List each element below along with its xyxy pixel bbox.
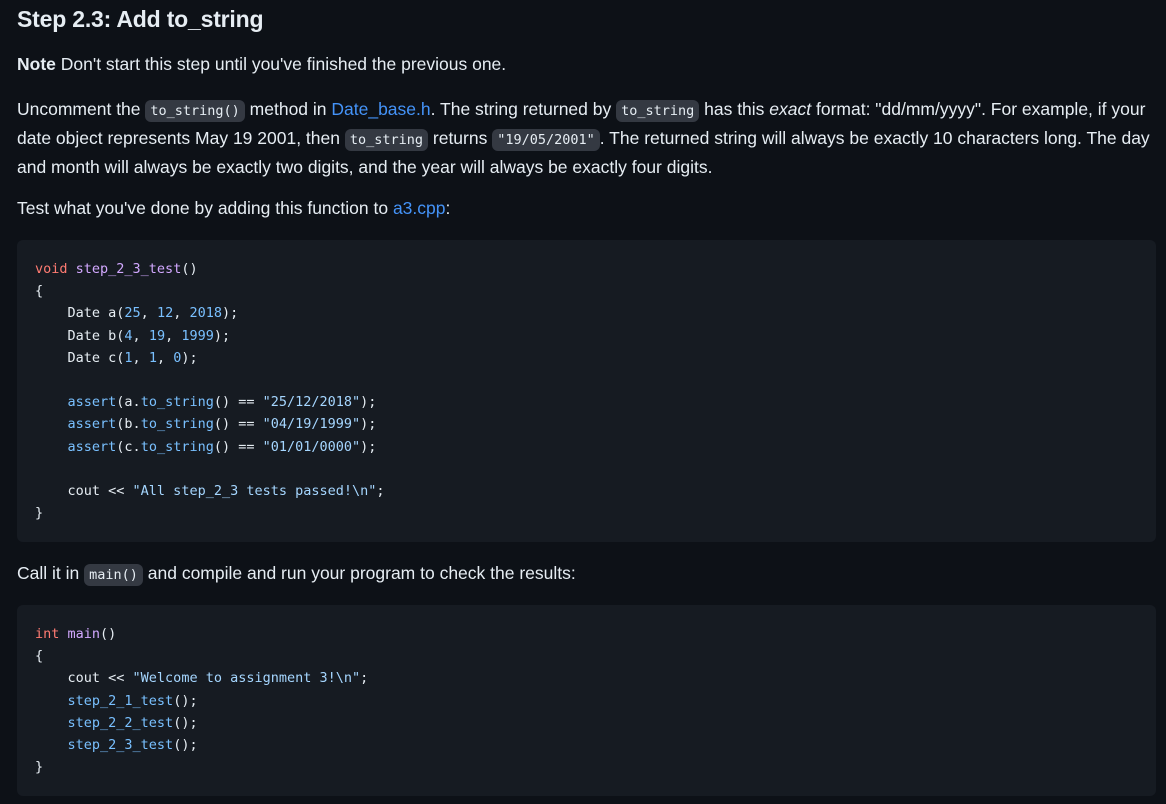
note-label: Note <box>17 54 56 74</box>
code-string: "All step_2_3 tests passed!\n" <box>132 483 377 500</box>
code-call: assert <box>67 438 117 455</box>
code-token: (c. <box>116 438 141 455</box>
code-token: () <box>100 626 117 642</box>
code-token: { <box>35 283 44 300</box>
text-fragment: method in <box>244 99 332 119</box>
code-token: (); <box>173 692 198 709</box>
code-call: step_2_2_test <box>67 714 174 731</box>
code-call: step_2_3_test <box>67 737 174 754</box>
code-token: cout << <box>35 483 133 500</box>
text-fragment: Uncomment the <box>17 99 146 119</box>
inline-code-to-string-call: to_string() <box>145 100 245 122</box>
code-token: (b. <box>116 416 141 433</box>
code-number: 1 <box>124 349 133 366</box>
code-token: (); <box>173 737 198 754</box>
code-number: 1 <box>148 349 157 366</box>
code-call: to_string <box>140 416 214 433</box>
code-number: 0 <box>173 349 182 366</box>
code-keyword: void <box>35 261 68 277</box>
code-token: () == <box>213 394 263 411</box>
inline-code-example: "19/05/2001" <box>492 129 600 151</box>
text-fragment: has this <box>699 99 770 119</box>
code-call: to_string <box>140 394 214 411</box>
instructions-paragraph: Uncomment the to_string() method in Date… <box>17 96 1156 181</box>
text-fragment: Call it in <box>17 563 85 583</box>
code-token: () == <box>213 438 263 455</box>
code-string: "01/01/0000" <box>262 438 361 455</box>
inline-code-main: main() <box>84 564 143 586</box>
code-keyword: int <box>35 626 60 642</box>
inline-code-to-string-2: to_string <box>344 129 429 151</box>
code-block-main[interactable]: int main() { cout << "Welcome to assignm… <box>17 605 1156 796</box>
text-fragment: and compile and run your program to chec… <box>142 563 576 583</box>
code-block-step-2-3-test[interactable]: void step_2_3_test() { Date a(25, 12, 20… <box>17 240 1156 542</box>
code-token: Date b( <box>35 327 125 344</box>
note-paragraph: Note Don't start this step until you've … <box>17 51 506 78</box>
code-token: { <box>35 648 44 665</box>
code-string: "04/19/1999" <box>262 416 361 433</box>
code-token: () == <box>213 416 263 433</box>
inline-code-to-string: to_string <box>616 100 700 122</box>
code-token: } <box>35 505 44 522</box>
code-string: "Welcome to assignment 3!\n" <box>132 670 361 687</box>
code-number: 12 <box>156 305 174 322</box>
code-token: Date c( <box>35 349 125 366</box>
call-paragraph: Call it in main() and compile and run yo… <box>17 560 576 589</box>
date-base-link[interactable]: Date_base.h <box>331 99 430 119</box>
code-call: to_string <box>140 438 214 455</box>
code-call: assert <box>67 394 117 411</box>
code-number: 19 <box>148 327 166 344</box>
code-token: Date a( <box>35 305 125 322</box>
a3-cpp-link[interactable]: a3.cpp <box>393 198 446 218</box>
emphasis-exact: exact <box>769 99 812 119</box>
code-string: "25/12/2018" <box>262 394 361 411</box>
step-heading: Step 2.3: Add to_string <box>17 6 264 32</box>
text-fragment: : <box>445 198 451 218</box>
code-token: () <box>181 261 198 277</box>
code-function-name: main <box>67 626 101 642</box>
test-paragraph: Test what you've done by adding this fun… <box>17 195 450 222</box>
code-token: } <box>35 759 44 776</box>
code-number: 4 <box>124 327 133 344</box>
code-number: 1999 <box>181 327 214 344</box>
text-fragment: returns <box>428 128 493 148</box>
code-call: assert <box>67 416 117 433</box>
code-token: (a. <box>116 394 141 411</box>
code-number: 25 <box>124 305 141 322</box>
code-token: (); <box>173 714 198 731</box>
code-call: step_2_1_test <box>67 692 174 709</box>
code-function-name: step_2_3_test <box>75 261 182 277</box>
text-fragment: Test what you've done by adding this fun… <box>17 198 393 218</box>
text-fragment: . The string returned by <box>430 99 617 119</box>
code-number: 2018 <box>189 305 222 322</box>
note-text: Don't start this step until you've finis… <box>55 54 507 74</box>
code-token: cout << <box>35 670 133 687</box>
